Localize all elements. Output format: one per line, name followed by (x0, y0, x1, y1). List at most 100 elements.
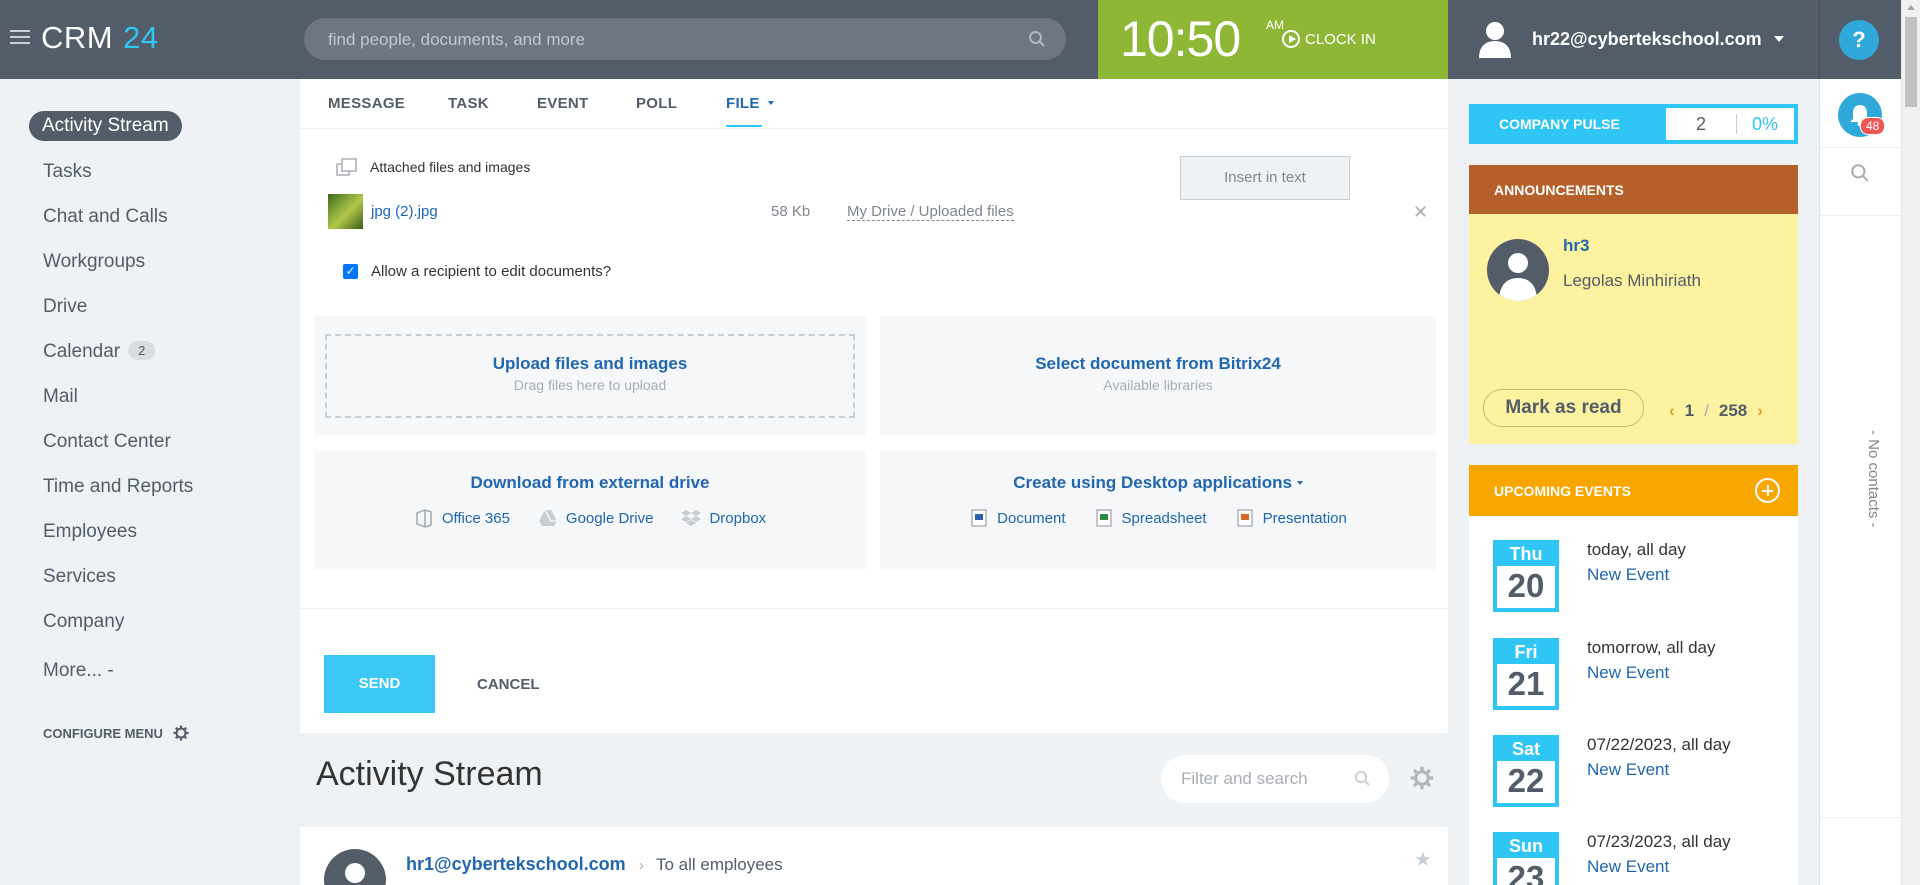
announcement-author-link[interactable]: hr3 (1563, 236, 1589, 256)
allow-edit-checkbox[interactable]: ✓ (343, 264, 358, 279)
presentation-icon (1237, 509, 1253, 527)
filter-placeholder: Filter and search (1181, 769, 1308, 788)
menu-item-contact-center[interactable]: Contact Center (43, 431, 171, 453)
event-weekday: Sat (1497, 739, 1555, 761)
event-when: today, all day (1587, 540, 1686, 559)
avatar[interactable] (1487, 239, 1549, 301)
gear-icon (173, 725, 189, 741)
bitrix-title[interactable]: Select document from Bitrix24 (880, 354, 1436, 374)
global-search-input[interactable]: find people, documents, and more (304, 18, 1066, 60)
bitrix-document-panel[interactable]: Select document from Bitrix24 Available … (880, 316, 1436, 435)
upload-panel[interactable]: Upload files and images Drag files here … (314, 316, 866, 435)
help-button[interactable]: ? (1839, 20, 1879, 60)
menu-item-services[interactable]: Services (43, 566, 116, 588)
attached-files-header: Attached files and images (336, 158, 530, 176)
file-thumbnail[interactable] (328, 194, 363, 229)
attach-icon (336, 158, 357, 176)
menu-item-employees[interactable]: Employees (43, 521, 137, 543)
calendar-date-icon: Sun 23 (1493, 832, 1559, 885)
tab-task[interactable]: TASK (448, 95, 489, 112)
menu-item-drive[interactable]: Drive (43, 296, 87, 318)
office365-link[interactable]: Office 365 (414, 508, 510, 528)
cancel-button[interactable]: CANCEL (477, 676, 540, 693)
scrollbar-thumb[interactable] (1905, 17, 1917, 107)
no-contacts-label: - No contacts - (1865, 430, 1882, 528)
clock-in-button[interactable]: CLOCK IN (1282, 30, 1376, 48)
file-path-link[interactable]: My Drive / Uploaded files (847, 203, 1014, 221)
spreadsheet-label: Spreadsheet (1121, 509, 1207, 527)
upload-title[interactable]: Upload files and images (327, 354, 853, 374)
company-pulse-widget[interactable]: COMPANY PULSE 2 0% (1469, 104, 1798, 144)
user-avatar-icon (1479, 22, 1511, 58)
menu-item-workgroups[interactable]: Workgroups (43, 251, 145, 273)
dropbox-link[interactable]: Dropbox (681, 508, 766, 528)
close-icon[interactable]: ✕ (1413, 202, 1428, 223)
page-scrollbar[interactable] (1901, 0, 1920, 885)
app-logo[interactable]: CRM 24 (41, 20, 159, 56)
event-when: tomorrow, all day (1587, 638, 1716, 657)
insert-in-text-button[interactable]: Insert in text (1180, 156, 1350, 200)
create-document-link[interactable]: Document (969, 508, 1066, 528)
post-recipient[interactable]: To all employees (656, 855, 783, 875)
configure-menu-button[interactable]: CONFIGURE MENU (43, 725, 189, 741)
event-link[interactable]: New Event (1587, 663, 1669, 683)
search-icon[interactable] (1354, 770, 1371, 792)
document-label: Document (997, 509, 1066, 527)
tab-poll[interactable]: POLL (636, 95, 677, 112)
search-icon[interactable] (1028, 30, 1046, 53)
attached-files-label: Attached files and images (370, 159, 531, 175)
logo-text: CRM (41, 20, 114, 55)
google-drive-link[interactable]: Google Drive (538, 508, 653, 528)
active-tab-underline (726, 125, 762, 127)
event-link[interactable]: New Event (1587, 857, 1669, 877)
top-header: CRM 24 find people, documents, and more 1… (0, 0, 1920, 79)
calendar-count-badge: 2 (128, 341, 156, 360)
create-presentation-link[interactable]: Presentation (1235, 508, 1347, 528)
notification-count-badge: 48 (1860, 117, 1886, 135)
menu-item-calendar[interactable]: Calendar 2 (43, 341, 156, 363)
spreadsheet-icon (1096, 509, 1112, 527)
post-author-link[interactable]: hr1@cybertekschool.com (406, 854, 626, 875)
tab-file[interactable]: FILE (726, 95, 774, 127)
event-link[interactable]: New Event (1587, 565, 1669, 585)
scroll-up-arrow-icon[interactable] (1907, 5, 1915, 10)
menu-item-chat-and-calls[interactable]: Chat and Calls (43, 206, 168, 228)
announcement-card: hr3 Legolas Minhiriath Mark as read ‹ 1 … (1469, 214, 1798, 444)
upload-dropzone[interactable]: Upload files and images Drag files here … (325, 334, 855, 418)
more-dash-icon: - (107, 660, 114, 681)
company-pulse-stats: 2 0% (1666, 108, 1794, 140)
star-icon[interactable]: ★ (1414, 847, 1432, 872)
tab-message[interactable]: MESSAGE (328, 95, 405, 112)
send-button[interactable]: SEND (324, 655, 435, 713)
menu-item-mail[interactable]: Mail (43, 386, 78, 408)
add-event-icon[interactable] (1755, 478, 1780, 503)
configure-menu-label: CONFIGURE MENU (43, 725, 163, 741)
user-menu[interactable]: hr22@cybertekschool.com (1478, 20, 1784, 58)
chevron-down-icon (1296, 481, 1303, 485)
search-icon[interactable] (1850, 163, 1870, 188)
chevron-right-icon[interactable]: › (1757, 401, 1763, 421)
announcements-header: ANNOUNCEMENTS (1469, 165, 1798, 214)
composer-tabs: MESSAGE TASK EVENT POLL FILE (300, 79, 1448, 129)
menu-item-more[interactable]: More... - (43, 660, 114, 682)
event-link[interactable]: New Event (1587, 760, 1669, 780)
file-name-link[interactable]: jpg (2).jpg (371, 203, 438, 220)
menu-item-tasks[interactable]: Tasks (43, 161, 92, 183)
filter-search-input[interactable]: Filter and search (1161, 755, 1389, 803)
logo-number: 24 (123, 20, 159, 55)
clock-in-label: CLOCK IN (1305, 30, 1376, 48)
menu-icon[interactable] (10, 30, 30, 48)
desktop-title[interactable]: Create using Desktop applications (880, 473, 1436, 493)
clock-widget[interactable]: 10:50 AM CLOCK IN (1098, 0, 1448, 79)
menu-item-activity-stream[interactable]: Activity Stream (29, 111, 182, 141)
tab-event[interactable]: EVENT (537, 95, 589, 112)
create-spreadsheet-link[interactable]: Spreadsheet (1094, 508, 1207, 528)
announcements-title: ANNOUNCEMENTS (1494, 182, 1624, 198)
allow-edit-checkbox-row[interactable]: ✓ Allow a recipient to edit documents? (343, 263, 611, 280)
menu-item-company[interactable]: Company (43, 611, 124, 633)
avatar[interactable] (324, 849, 386, 885)
chevron-left-icon[interactable]: ‹ (1669, 401, 1675, 421)
gear-icon[interactable] (1410, 766, 1434, 795)
mark-as-read-button[interactable]: Mark as read (1483, 389, 1644, 427)
menu-item-time-and-reports[interactable]: Time and Reports (43, 476, 193, 498)
